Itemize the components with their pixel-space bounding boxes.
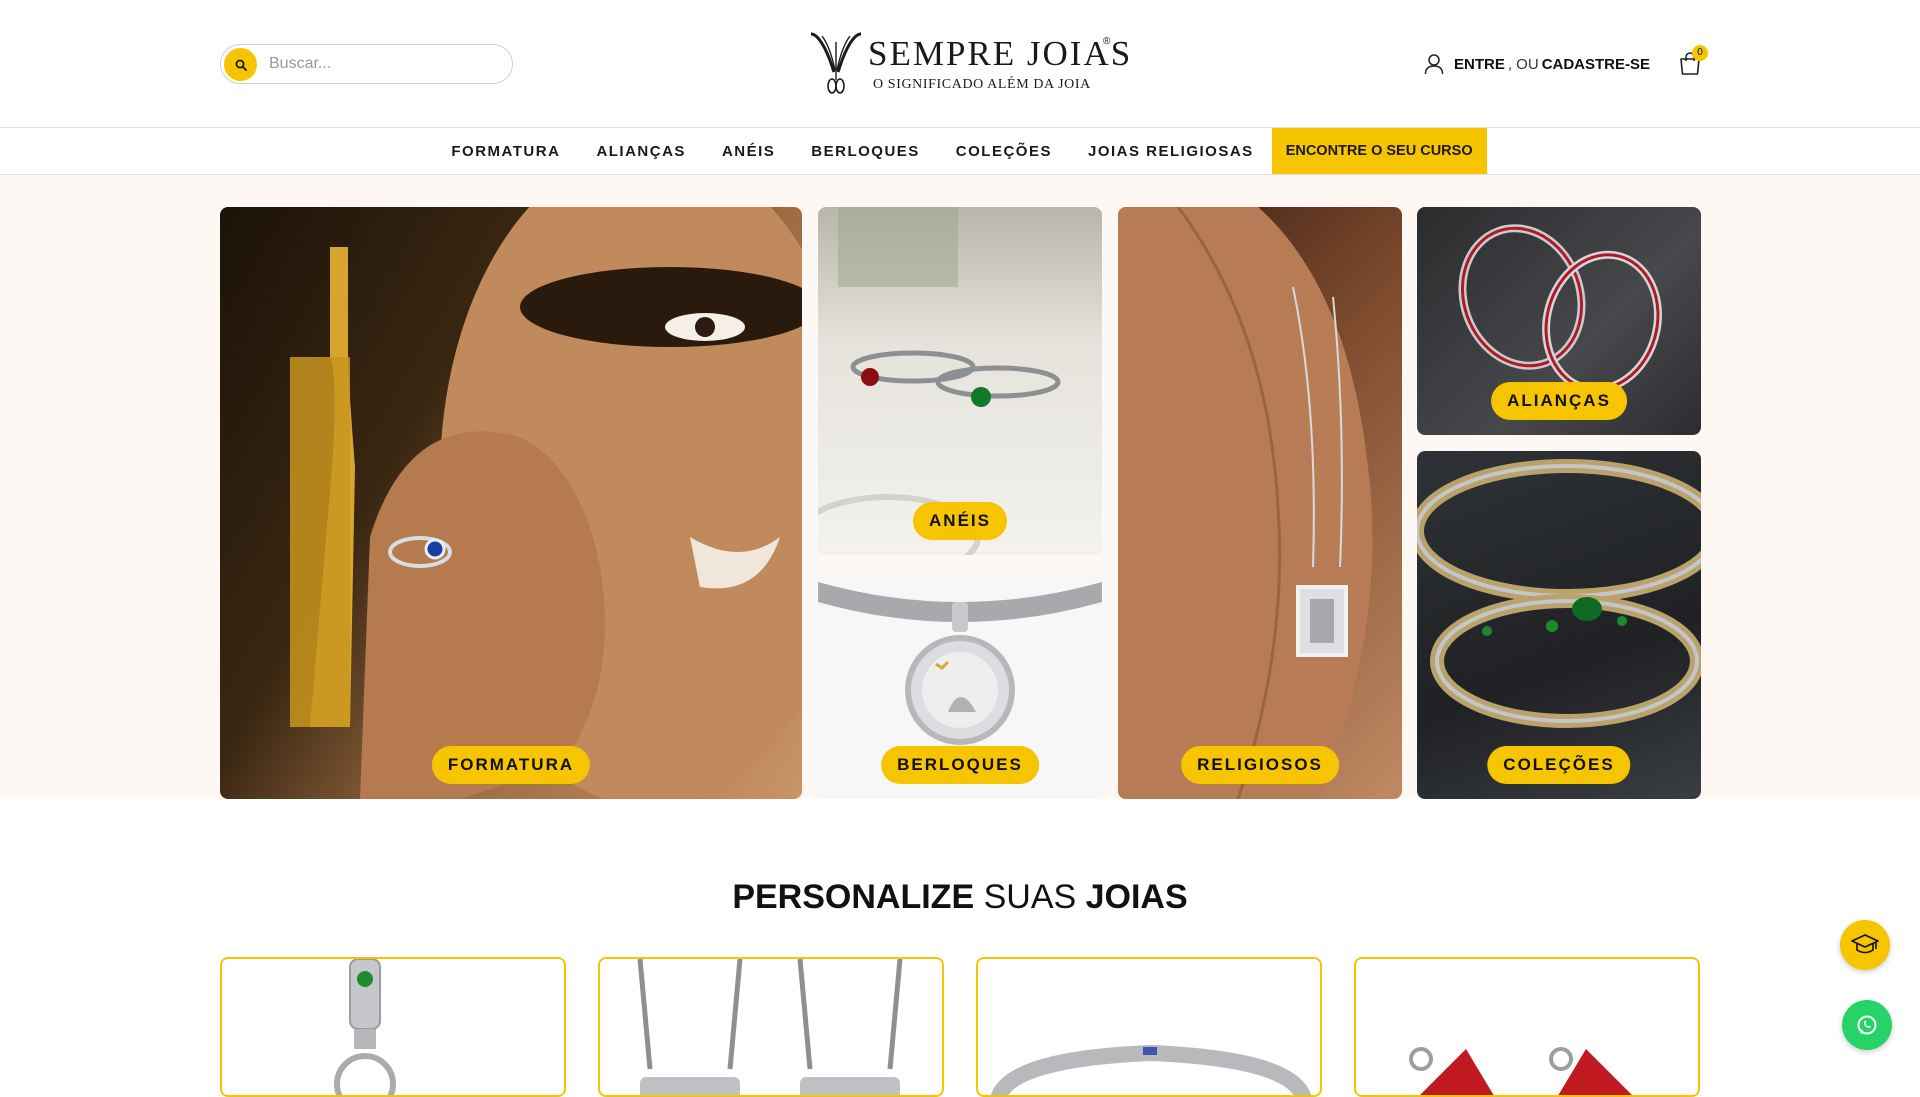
religiosos-photo bbox=[1118, 207, 1373, 799]
cart-count-badge: 0 bbox=[1692, 45, 1708, 61]
account-separator: , OU bbox=[1507, 55, 1539, 73]
signup-link[interactable]: CADASTRE-SE bbox=[1542, 56, 1650, 73]
user-icon bbox=[1424, 54, 1444, 75]
category-grid: FORMATURA ANÉIS BERLOQUES RELIGIOSOS ALI… bbox=[0, 175, 1920, 799]
formatura-photo bbox=[290, 207, 802, 799]
category-label: ANÉIS bbox=[913, 502, 1007, 540]
category-label: FORMATURA bbox=[431, 746, 591, 784]
category-tile-religiosos[interactable]: RELIGIOSOS bbox=[1118, 207, 1402, 799]
product-card[interactable] bbox=[598, 957, 944, 1097]
logo-emblem-icon bbox=[810, 32, 862, 94]
search-box bbox=[220, 44, 513, 84]
title-part-joias: JOIAS bbox=[1085, 878, 1188, 916]
logo-registered-mark: ® bbox=[1103, 36, 1111, 47]
whatsapp-floating-button[interactable] bbox=[1842, 1000, 1892, 1050]
search-input[interactable] bbox=[269, 45, 504, 83]
nav-item-formatura[interactable]: FORMATURA bbox=[433, 128, 578, 174]
product-card[interactable] bbox=[976, 957, 1322, 1097]
product-card[interactable] bbox=[1354, 957, 1700, 1097]
category-tile-colecoes[interactable]: COLEÇÕES bbox=[1417, 451, 1701, 799]
nav-item-berloques[interactable]: BERLOQUES bbox=[793, 128, 938, 174]
category-tile-aliancas[interactable]: ALIANÇAS bbox=[1417, 207, 1701, 435]
category-tile-berloques[interactable]: BERLOQUES bbox=[818, 572, 1102, 799]
title-part-personalize: PERSONALIZE bbox=[732, 878, 975, 916]
category-label: COLEÇÕES bbox=[1487, 746, 1631, 784]
nav-item-aneis[interactable]: ANÉIS bbox=[704, 128, 793, 174]
personalize-title: PERSONALIZE SUAS JOIAS bbox=[0, 878, 1920, 917]
account-links: ENTRE , OU CADASTRE-SE bbox=[1424, 53, 1650, 75]
product-image bbox=[1409, 1047, 1632, 1095]
logo-tagline: O SIGNIFICADO ALÉM DA JOIA bbox=[873, 77, 1091, 92]
product-image bbox=[637, 959, 903, 1095]
search-icon bbox=[235, 59, 247, 71]
category-label: RELIGIOSOS bbox=[1181, 746, 1339, 784]
find-course-floating-button[interactable] bbox=[1840, 920, 1890, 970]
product-image bbox=[334, 959, 396, 1095]
category-tile-aneis[interactable]: ANÉIS bbox=[818, 207, 1102, 555]
nav-find-course[interactable]: ENCONTRE O SEU CURSO bbox=[1271, 128, 1487, 174]
site-header: SEMPRE JOIAS ® O SIGNIFICADO ALÉM DA JOI… bbox=[0, 0, 1920, 127]
search-button[interactable] bbox=[224, 48, 257, 81]
title-part-suas: SUAS bbox=[974, 878, 1086, 916]
product-image bbox=[990, 1044, 1312, 1095]
category-label: ALIANÇAS bbox=[1491, 382, 1627, 420]
nav-item-aliancas[interactable]: ALIANÇAS bbox=[578, 128, 704, 174]
login-link[interactable]: ENTRE bbox=[1454, 56, 1505, 73]
category-label: BERLOQUES bbox=[881, 746, 1039, 784]
category-tile-formatura[interactable]: FORMATURA bbox=[220, 207, 802, 799]
main-nav: FORMATURA ALIANÇAS ANÉIS BERLOQUES COLEÇ… bbox=[0, 127, 1920, 175]
nav-item-joias-religiosas[interactable]: JOIAS RELIGIOSAS bbox=[1070, 128, 1272, 174]
product-card[interactable] bbox=[220, 957, 566, 1097]
site-logo[interactable]: SEMPRE JOIAS ® O SIGNIFICADO ALÉM DA JOI… bbox=[808, 30, 1130, 96]
whatsapp-icon bbox=[1857, 1015, 1877, 1035]
logo-name: SEMPRE JOIAS bbox=[868, 34, 1133, 73]
graduation-cap-icon bbox=[1851, 934, 1879, 954]
nav-item-colecoes[interactable]: COLEÇÕES bbox=[938, 128, 1070, 174]
